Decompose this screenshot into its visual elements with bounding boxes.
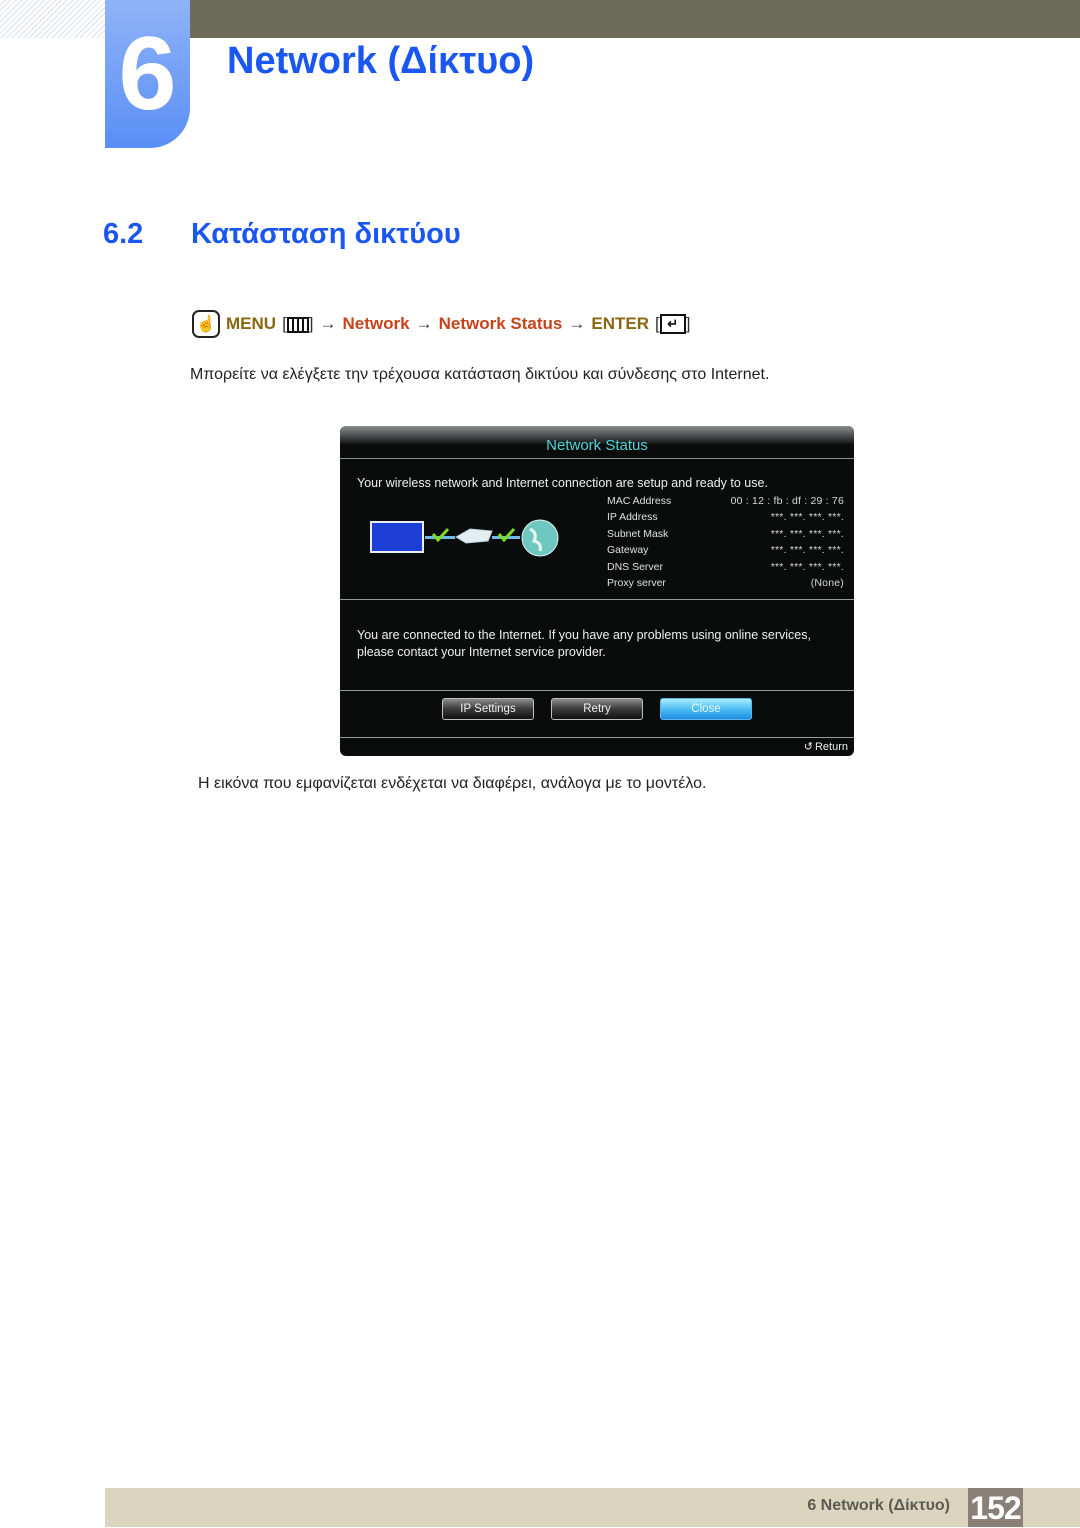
tv-dialog-title: Network Status [340, 426, 854, 459]
touch-hand-icon: ☝ [192, 310, 220, 338]
page-number: 152 [968, 1488, 1023, 1527]
intro-text: Μπορείτε να ελέγξετε την τρέχουσα κατάστ… [190, 366, 770, 383]
info-label: Proxy server [607, 576, 666, 589]
info-row-subnet: Subnet Mask ***. ***. ***. ***. [607, 528, 844, 544]
ip-settings-button[interactable]: IP Settings [442, 698, 534, 720]
page-footer: 6 Network (Δίκτυο) 152 [105, 1488, 1080, 1527]
tv-connection-message: You are connected to the Internet. If yo… [357, 628, 811, 659]
tv-divider [340, 690, 854, 691]
info-row-dns: DNS Server ***. ***. ***. ***. [607, 561, 844, 577]
info-row-ip: IP Address ***. ***. ***. ***. [607, 511, 844, 527]
return-icon: ↺ [803, 741, 813, 753]
info-row-proxy: Proxy server (None) [607, 577, 844, 593]
info-label: DNS Server [607, 560, 664, 573]
connection-diagram [370, 519, 559, 557]
retry-button[interactable]: Retry [551, 698, 643, 720]
path-network: Network [342, 314, 410, 333]
info-label: Subnet Mask [607, 527, 669, 540]
path-arrow: → [568, 314, 586, 333]
header-hatch-decoration [0, 0, 105, 38]
chapter-title: Network (Δίκτυο) [227, 40, 535, 82]
tv-divider [340, 599, 854, 600]
header-bar [190, 0, 1080, 38]
tv-device-icon [370, 521, 424, 553]
tv-divider [340, 737, 854, 738]
menu-label: MENU [226, 314, 277, 333]
section-title: Κατάσταση δικτύου [191, 218, 461, 250]
tv-status-message: Your wireless network and Internet conne… [357, 476, 768, 490]
return-hint[interactable]: ↺ Return [803, 740, 848, 754]
menu-path: ☝ MENU [] → Network → Network Status → E… [192, 307, 690, 341]
enter-icon: ↵ [659, 314, 686, 335]
info-row-mac: MAC Address 00 : 12 : fb : df : 29 : 76 [607, 495, 844, 511]
section-number: 6.2 [103, 218, 144, 250]
info-value: ***. ***. ***. ***. [770, 560, 844, 573]
section-heading: 6.2 Κατάσταση δικτύου [103, 218, 461, 251]
info-value: (None) [810, 576, 844, 589]
info-value: ***. ***. ***. ***. [770, 527, 844, 540]
router-icon [455, 528, 493, 544]
menu-icon [286, 316, 309, 333]
close-button[interactable]: Close [660, 698, 752, 720]
tv-button-row: IP Settings Retry Close [340, 698, 854, 720]
enter-label: ENTER [591, 314, 649, 333]
path-network-status: Network Status [438, 314, 563, 333]
network-status-screenshot: Network Status Your wireless network and… [340, 426, 854, 756]
chapter-number-tab: 6 [105, 0, 190, 148]
info-row-gateway: Gateway ***. ***. ***. ***. [607, 544, 844, 560]
path-arrow: → [319, 314, 337, 333]
network-info-table: MAC Address 00 : 12 : fb : df : 29 : 76 … [607, 495, 844, 593]
path-arrow: → [415, 314, 433, 333]
footer-chapter-label: 6 Network (Δίκτυο) [807, 1497, 950, 1514]
info-value: ***. ***. ***. ***. [770, 511, 844, 524]
info-value: ***. ***. ***. ***. [770, 544, 844, 557]
info-label: MAC Address [607, 495, 672, 507]
info-value: 00 : 12 : fb : df : 29 : 76 [730, 495, 844, 507]
note-text: Η εικόνα που εμφανίζεται ενδέχεται να δι… [198, 775, 707, 792]
return-label: Return [814, 740, 848, 753]
info-label: Gateway [607, 544, 649, 557]
info-label: IP Address [607, 511, 658, 524]
